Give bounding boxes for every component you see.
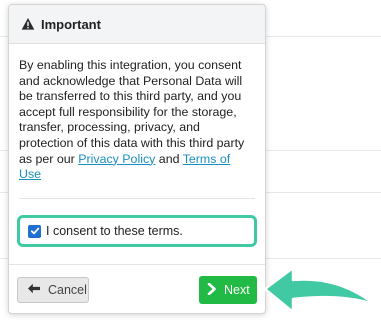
chevron-right-icon	[207, 282, 217, 298]
privacy-policy-link[interactable]: Privacy Policy	[78, 152, 155, 166]
pointing-arrow-icon	[262, 262, 378, 324]
cancel-button[interactable]: Cancel	[17, 277, 89, 303]
cancel-label: Cancel	[48, 283, 87, 297]
modal-title: Important	[41, 16, 101, 32]
footer-divider	[9, 264, 265, 265]
checkmark-icon	[30, 227, 39, 235]
arrow-left-icon	[27, 283, 41, 297]
body-divider	[19, 198, 255, 199]
consent-modal: Important By enabling this integration, …	[8, 4, 266, 314]
consent-label[interactable]: I consent to these terms.	[46, 224, 183, 238]
next-button[interactable]: Next	[199, 276, 257, 304]
consent-checkbox[interactable]	[28, 224, 41, 238]
next-label: Next	[224, 283, 250, 297]
screen: Important By enabling this integration, …	[0, 0, 381, 324]
consent-description: By enabling this integration, you consen…	[19, 58, 245, 166]
conjunction-text: and	[155, 151, 183, 166]
warning-triangle-icon	[21, 17, 35, 31]
modal-body: By enabling this integration, you consen…	[9, 44, 265, 183]
modal-header: Important	[9, 5, 265, 44]
consent-checkbox-row[interactable]: I consent to these terms.	[17, 215, 257, 247]
